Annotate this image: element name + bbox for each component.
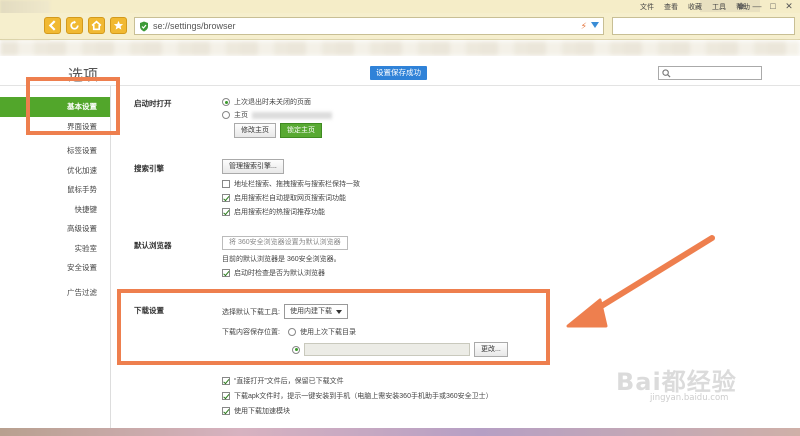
default-browser-label: 默认浏览器 bbox=[134, 241, 172, 250]
option-label: 启用搜索栏自动提取网页搜索词功能 bbox=[234, 195, 346, 202]
sidebar-item-security[interactable]: 安全设置 bbox=[0, 258, 110, 278]
option-label: 主页 bbox=[234, 112, 248, 119]
search-hot-option[interactable]: 启用搜索栏的热搜词推荐功能 bbox=[222, 207, 325, 217]
search-hot-checkbox[interactable] bbox=[222, 208, 230, 216]
sidebar-item-tabs[interactable]: 标签设置 bbox=[0, 141, 110, 161]
download-accel-checkbox[interactable] bbox=[222, 407, 230, 415]
home-button[interactable] bbox=[88, 17, 105, 34]
menu-favorites[interactable]: 收藏 bbox=[688, 2, 702, 12]
default-browser-status: 目前的默认浏览器是 360安全浏览器。 bbox=[222, 254, 341, 264]
modify-homepage-button[interactable]: 修改主页 bbox=[234, 123, 276, 138]
blurred-bookmarks-bar bbox=[0, 41, 800, 56]
shield-icon bbox=[140, 21, 148, 32]
close-button[interactable]: ✕ bbox=[784, 1, 794, 11]
address-bar[interactable]: se://settings/browser ⚡ bbox=[134, 17, 604, 35]
search-suggest-option[interactable]: 启用搜索栏自动提取网页搜索词功能 bbox=[222, 193, 346, 203]
sidebar-item-optimize[interactable]: 优化加速 bbox=[0, 161, 110, 181]
keep-file-checkbox[interactable] bbox=[222, 377, 230, 385]
menu-tools[interactable]: 工具 bbox=[712, 2, 726, 12]
search-icon bbox=[662, 69, 671, 78]
option-label: 启用搜索栏的热搜词推荐功能 bbox=[234, 209, 325, 216]
sidebar-item-labs[interactable]: 实验室 bbox=[0, 239, 110, 259]
lock-homepage-button[interactable]: 锁定主页 bbox=[280, 123, 322, 138]
sidebar-item-adblock[interactable]: 广告过滤 bbox=[0, 283, 110, 303]
window-controls: ♚ — □ ✕ bbox=[736, 1, 794, 11]
option-label: “直接打开”文件后，保留已下载文件 bbox=[234, 378, 344, 385]
apk-checkbox[interactable] bbox=[222, 392, 230, 400]
startup-option-last[interactable]: 上次退出时未关闭的页面 bbox=[222, 97, 311, 107]
dropdown-arrow-icon[interactable] bbox=[591, 22, 599, 28]
back-button[interactable] bbox=[44, 17, 61, 34]
sidebar-divider bbox=[110, 86, 111, 428]
lightning-icon[interactable]: ⚡ bbox=[581, 21, 587, 32]
baidu-watermark-url: jingyan.baidu.com bbox=[650, 393, 729, 403]
skin-icon[interactable]: ♚ bbox=[736, 1, 746, 11]
maximize-button[interactable]: □ bbox=[768, 1, 778, 11]
menu-view[interactable]: 查看 bbox=[664, 2, 678, 12]
check-default-checkbox[interactable] bbox=[222, 269, 230, 277]
status-text: 目前的默认浏览器是 360安全浏览器。 bbox=[222, 256, 341, 263]
option-label: 下载apk文件时，提示一键安装到手机（电脑上需安装360手机助手或360安全卫士… bbox=[234, 393, 493, 400]
manage-search-row: 管理搜索引擎... bbox=[222, 159, 284, 174]
browser-toolbar: se://settings/browser ⚡ bbox=[0, 13, 800, 40]
home-icon bbox=[91, 20, 102, 31]
title-bar: 文件 查看 收藏 工具 帮助 ♚ — □ ✕ bbox=[0, 0, 800, 40]
highlight-box-sidebar bbox=[26, 77, 120, 135]
search-sync-checkbox[interactable] bbox=[222, 180, 230, 188]
sidebar-item-gestures[interactable]: 鼠标手势 bbox=[0, 180, 110, 200]
sidebar-item-advanced[interactable]: 高级设置 bbox=[0, 219, 110, 239]
minimize-button[interactable]: — bbox=[752, 1, 762, 11]
baidu-watermark: Bai都经验 bbox=[616, 368, 737, 396]
saved-badge: 设置保存成功 bbox=[370, 66, 427, 80]
address-text[interactable]: se://settings/browser bbox=[153, 21, 236, 31]
search-engine-label: 搜索引擎 bbox=[134, 164, 164, 173]
set-default-row: 将 360安全浏览器设置为默认浏览器 bbox=[222, 236, 348, 250]
refresh-button[interactable] bbox=[66, 17, 83, 34]
arrow-left-icon bbox=[48, 20, 56, 31]
top-menu: 文件 查看 收藏 工具 帮助 bbox=[640, 2, 750, 12]
refresh-icon bbox=[70, 20, 79, 30]
search-sync-option[interactable]: 地址栏搜索、拖拽搜索与搜索栏保持一致 bbox=[222, 179, 360, 189]
option-label: 上次退出时未关闭的页面 bbox=[234, 99, 311, 106]
blurred-homepage-url bbox=[252, 111, 332, 119]
star-icon bbox=[113, 20, 124, 30]
sidebar-item-shortcuts[interactable]: 快捷键 bbox=[0, 200, 110, 220]
apk-option[interactable]: 下载apk文件时，提示一键安装到手机（电脑上需安装360手机助手或360安全卫士… bbox=[222, 391, 493, 401]
settings-search-input[interactable] bbox=[658, 66, 762, 80]
taskbar-strip bbox=[0, 428, 800, 436]
highlight-box-download bbox=[117, 289, 550, 365]
menu-file[interactable]: 文件 bbox=[640, 2, 654, 12]
radio-last-session[interactable] bbox=[222, 98, 230, 106]
download-accel-option[interactable]: 使用下载加速模块 bbox=[222, 406, 290, 416]
browser-search-box[interactable] bbox=[612, 17, 795, 35]
manage-search-engines-button[interactable]: 管理搜索引擎... bbox=[222, 159, 284, 174]
option-label: 使用下载加速模块 bbox=[234, 408, 290, 415]
startup-option-home[interactable]: 主页 bbox=[222, 110, 332, 120]
search-suggest-checkbox[interactable] bbox=[222, 194, 230, 202]
keep-file-option[interactable]: “直接打开”文件后，保留已下载文件 bbox=[222, 376, 344, 386]
startup-label: 启动时打开 bbox=[134, 99, 172, 108]
radio-homepage[interactable] bbox=[222, 111, 230, 119]
option-label: 地址栏搜索、拖拽搜索与搜索栏保持一致 bbox=[234, 181, 360, 188]
homepage-buttons: 修改主页 锁定主页 bbox=[234, 123, 322, 138]
favorite-button[interactable] bbox=[110, 17, 127, 34]
check-default-option[interactable]: 启动时检查是否为默认浏览器 bbox=[222, 268, 325, 278]
option-label: 启动时检查是否为默认浏览器 bbox=[234, 270, 325, 277]
set-default-browser-button[interactable]: 将 360安全浏览器设置为默认浏览器 bbox=[222, 236, 348, 250]
